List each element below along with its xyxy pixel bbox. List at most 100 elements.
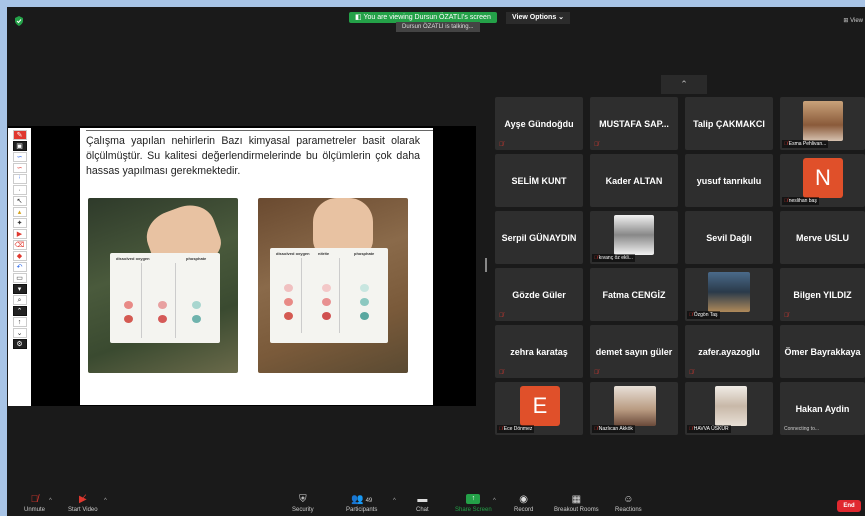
- scroll-down-icon[interactable]: ⌄: [12, 328, 27, 338]
- pointer-blue-icon[interactable]: ⁱ: [12, 174, 27, 184]
- test-card-right: dissolved oxygen nitrite phosphate: [270, 248, 388, 343]
- color-dot: [124, 301, 133, 309]
- color-dot: [284, 284, 293, 292]
- chevron-down-icon: ⌄: [558, 14, 565, 21]
- participant-tile[interactable]: 🎙̸Esma Pehlivan...: [780, 97, 865, 150]
- muted-mic-icon: 🎙̸: [594, 370, 599, 376]
- participant-tile[interactable]: MUSTAFA SAP... 🎙̸: [590, 97, 678, 150]
- audio-options-caret-icon[interactable]: ^: [49, 498, 52, 504]
- muted-mic-icon: 🎙̸: [689, 370, 694, 376]
- record-icon: ◉: [519, 494, 529, 505]
- participant-tile[interactable]: zehra karataş 🎙̸: [495, 325, 583, 378]
- participant-tile[interactable]: yusuf tanrıkulu: [685, 154, 773, 207]
- draw-red-icon[interactable]: ∽: [12, 163, 27, 173]
- reactions-button[interactable]: ☺ Reactions: [615, 494, 642, 513]
- breakout-rooms-button[interactable]: ▦ Breakout Rooms: [554, 494, 599, 513]
- participant-video-thumbnail: [708, 272, 750, 312]
- scroll-up-icon[interactable]: ⌃: [12, 306, 27, 316]
- start-video-button[interactable]: ▶̸ Start Video: [68, 494, 98, 513]
- participant-tile[interactable]: 🎙̸kıvanç öz ekli...: [590, 211, 678, 264]
- participant-tile[interactable]: 🎙̸HAVVA ÜSKÜR: [685, 382, 773, 435]
- participant-tile[interactable]: zafer.ayazoglu 🎙̸: [685, 325, 773, 378]
- muted-mic-icon: 🎙̸: [784, 313, 789, 319]
- zoom-icon[interactable]: ⌕: [12, 295, 27, 305]
- participants-button[interactable]: 👥 49 Participants: [346, 494, 377, 513]
- participant-caption: 🎙̸kıvanç öz ekli...: [592, 254, 635, 262]
- unmute-button[interactable]: 🎙̸ Unmute: [24, 494, 45, 513]
- save-icon[interactable]: ▣: [12, 141, 27, 151]
- participants-count: 49: [365, 498, 373, 504]
- collapse-icon[interactable]: ▾: [12, 284, 27, 294]
- end-meeting-button[interactable]: End: [837, 500, 861, 512]
- format-icon[interactable]: ◆: [12, 251, 27, 261]
- participant-name: SELİM KUNT: [511, 175, 567, 186]
- chat-button[interactable]: ▬ Chat: [416, 494, 429, 513]
- view-options-button[interactable]: View Options ⌄: [506, 12, 571, 24]
- participant-name: Kader ALTAN: [605, 175, 663, 186]
- highlighter-icon[interactable]: ▴: [12, 207, 27, 217]
- color-dot: [192, 301, 201, 309]
- participant-tile[interactable]: Serpil GÜNAYDIN: [495, 211, 583, 264]
- participant-caption: 🎙̸Ece Dönmez: [497, 425, 535, 433]
- gallery-view-button[interactable]: ⊞ View: [843, 17, 863, 24]
- participants-caret-icon[interactable]: ^: [393, 498, 396, 504]
- participant-caption: 🎙̸Özgön Taş: [687, 311, 720, 319]
- record-button[interactable]: ◉ Record: [514, 494, 533, 513]
- participant-name: zafer.ayazoglu: [698, 346, 760, 357]
- video-options-caret-icon[interactable]: ^: [104, 498, 107, 504]
- dot-icon[interactable]: ·: [12, 185, 27, 195]
- participant-tile[interactable]: 🎙̸Nazlıcan Akkök: [590, 382, 678, 435]
- card-label-oxygen: dissolved oxygen: [116, 256, 150, 261]
- muted-mic-icon: 🎙̸: [499, 370, 504, 376]
- color-dot: [124, 315, 133, 323]
- color-dot: [158, 301, 167, 309]
- eraser-icon[interactable]: ⌫: [12, 240, 27, 250]
- participant-name: Ömer Bayrakkaya: [784, 346, 861, 357]
- participant-letter-avatar: E: [520, 386, 560, 426]
- card-label-oxygen: dissolved oxygen: [276, 251, 310, 256]
- participant-name: yusuf tanrıkulu: [696, 175, 762, 186]
- participant-name: Bilgen YILDIZ: [793, 289, 852, 300]
- muted-mic-icon: 🎙̸: [594, 255, 598, 261]
- gallery-scroll-up-button[interactable]: ⌃: [661, 75, 707, 94]
- participant-tile[interactable]: Ayşe Gündoğdu 🎙̸: [495, 97, 583, 150]
- color-dot: [322, 298, 331, 306]
- clear-icon[interactable]: ▭: [12, 273, 27, 283]
- participant-tile[interactable]: Gözde Güler 🎙̸: [495, 268, 583, 321]
- participant-tile[interactable]: demet sayın güler 🎙̸: [590, 325, 678, 378]
- color-dot: [158, 315, 167, 323]
- card-label-phosphate: phosphate: [354, 251, 375, 256]
- participant-name: Sevil Dağlı: [706, 232, 752, 243]
- spotlight-icon[interactable]: ✦: [12, 218, 27, 228]
- draw-line-icon[interactable]: ∽: [12, 152, 27, 162]
- participant-letter-avatar: N: [803, 158, 843, 198]
- participant-tile[interactable]: Talip ÇAKMAKCI: [685, 97, 773, 150]
- participant-tile[interactable]: Fatma CENGİZ: [590, 268, 678, 321]
- settings-gear-icon[interactable]: ⚙: [12, 339, 27, 349]
- participant-tile[interactable]: Bilgen YILDIZ 🎙̸: [780, 268, 865, 321]
- arrow-tool-icon[interactable]: ↖: [12, 196, 27, 206]
- select-arrow-icon[interactable]: ▶: [12, 229, 27, 239]
- participant-tile[interactable]: Hakan Aydin Connecting to...: [780, 382, 865, 435]
- participant-tile[interactable]: Sevil Dağlı: [685, 211, 773, 264]
- pen-tool-icon[interactable]: ✎: [12, 130, 27, 140]
- encryption-shield-icon[interactable]: [14, 16, 24, 26]
- split-resize-handle[interactable]: [485, 258, 487, 272]
- participant-tile[interactable]: Merve USLU: [780, 211, 865, 264]
- share-screen-button[interactable]: ↑ Share Screen: [455, 494, 492, 513]
- arrow-tool-small-icon[interactable]: ↑: [12, 317, 27, 327]
- share-options-caret-icon[interactable]: ^: [493, 498, 496, 504]
- security-button[interactable]: ⛨ Security: [292, 494, 314, 513]
- undo-icon[interactable]: ↶: [12, 262, 27, 272]
- participant-tile[interactable]: Kader ALTAN: [590, 154, 678, 207]
- participant-tile[interactable]: 🎙̸Özgön Taş: [685, 268, 773, 321]
- participant-caption-text: Ece Dönmez: [503, 426, 533, 432]
- participant-tile[interactable]: Ömer Bayrakkaya: [780, 325, 865, 378]
- participant-tile[interactable]: E 🎙̸Ece Dönmez: [495, 382, 583, 435]
- color-dot: [360, 284, 369, 292]
- muted-mic-icon: 🎙̸: [784, 198, 788, 204]
- muted-mic-icon: 🎙̸: [30, 494, 39, 505]
- participant-tile[interactable]: N 🎙̸neslihan baş: [780, 154, 865, 207]
- participant-tile[interactable]: SELİM KUNT: [495, 154, 583, 207]
- color-dot: [322, 312, 331, 320]
